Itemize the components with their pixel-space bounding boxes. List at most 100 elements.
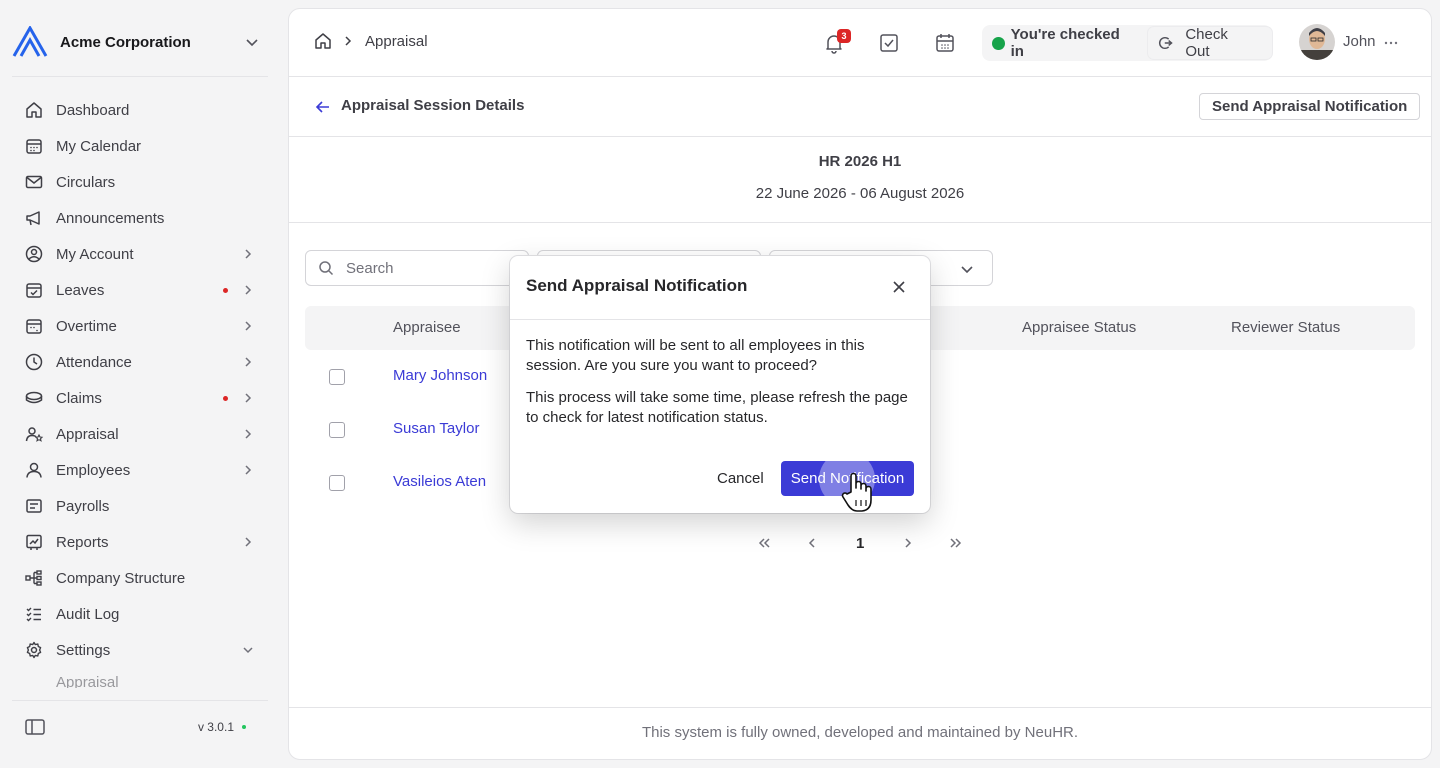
sidebar-item-my-calendar[interactable]: My Calendar: [14, 128, 268, 164]
company-logo: [12, 26, 48, 57]
sidebar-item-label: Announcements: [56, 209, 165, 227]
arrow-left-icon[interactable]: [313, 97, 333, 117]
appraisee-link[interactable]: Susan Taylor: [393, 420, 479, 437]
column-reviewer-status[interactable]: Reviewer Status: [1231, 319, 1340, 336]
sidebar-item-label: Overtime: [56, 317, 117, 335]
sidebar-item-label: Audit Log: [56, 605, 120, 623]
more-options-icon[interactable]: [1381, 33, 1401, 53]
hierarchy-icon: [25, 570, 42, 586]
user-star-icon: [25, 427, 44, 442]
home-icon: [26, 102, 42, 118]
calendar-icon: [26, 139, 42, 154]
sidebar-item-appraisal[interactable]: Appraisal: [14, 416, 268, 452]
home-icon[interactable]: [313, 31, 333, 51]
sidebar-item-attendance[interactable]: Attendance: [14, 344, 268, 380]
org-name: Acme Corporation: [60, 33, 191, 51]
sidebar-item-announcements[interactable]: Announcements: [14, 200, 268, 236]
version-text: v 3.0.1: [197, 719, 234, 734]
session-info: HR 2026 H1 22 June 2026 - 06 August 2026: [289, 137, 1431, 223]
alert-dot: [223, 396, 228, 401]
checkout-label: Check Out: [1185, 26, 1228, 60]
row-checkbox[interactable]: [329, 422, 345, 438]
sidebar-item-overtime[interactable]: Overtime: [14, 308, 268, 344]
sidebar-subitem-partial[interactable]: Appraisal: [14, 668, 268, 689]
appraisee-link[interactable]: Mary Johnson: [393, 367, 487, 384]
sidebar-item-label: Reports: [56, 533, 109, 551]
chevron-right-icon: [245, 537, 252, 547]
chevron-right-icon: [245, 285, 252, 295]
sidebar-item-settings[interactable]: Settings: [14, 632, 268, 668]
breadcrumb: Appraisal: [313, 31, 428, 51]
search-icon: [319, 261, 334, 276]
row-checkbox[interactable]: [329, 369, 345, 385]
sidebar-item-label: Dashboard: [56, 101, 130, 119]
sidebar-item-employees[interactable]: Employees: [14, 452, 268, 488]
cancel-button[interactable]: Cancel: [717, 470, 764, 487]
tasks-icon[interactable]: [878, 32, 900, 54]
sidebar-item-leaves[interactable]: Leaves: [14, 272, 268, 308]
sidebar: Acme Corporation Dashboard My Calendar Cir…: [0, 0, 280, 768]
user-name[interactable]: John: [1343, 33, 1376, 50]
sidebar-item-label: Claims: [56, 389, 102, 407]
checkin-status: You're checked in: [1010, 26, 1120, 60]
sidebar-item-payrolls[interactable]: Payrolls: [14, 488, 268, 524]
receipt-icon: [26, 499, 42, 513]
sidebar-nav: Dashboard My Calendar Circulars Announcemen…: [14, 92, 268, 688]
close-icon[interactable]: [890, 278, 908, 296]
megaphone-icon: [26, 211, 40, 226]
first-page-icon[interactable]: [755, 534, 773, 552]
chevron-right-icon: [245, 393, 252, 403]
sidebar-item-label: Appraisal: [56, 425, 119, 443]
calendar-icon[interactable]: [934, 32, 956, 54]
column-appraisee[interactable]: Appraisee: [393, 319, 461, 336]
sidebar-item-reports[interactable]: Reports: [14, 524, 268, 560]
sidebar-item-company-structure[interactable]: Company Structure: [14, 560, 268, 596]
sidebar-item-claims[interactable]: Claims: [14, 380, 268, 416]
sidebar-item-label: My Account: [56, 245, 134, 263]
last-page-icon[interactable]: [947, 534, 965, 552]
chevron-down-icon: [246, 39, 258, 47]
send-appraisal-notification-button[interactable]: Send Appraisal Notification: [1199, 93, 1421, 120]
search-input[interactable]: Search: [305, 250, 529, 286]
user-circle-icon: [25, 245, 43, 263]
sidebar-item-label: Payrolls: [56, 497, 110, 515]
sidebar-item-label: Settings: [56, 641, 111, 659]
checkin-widget: You're checked in Check Out: [982, 25, 1272, 61]
session-dates: 22 June 2026 - 06 August 2026: [755, 185, 965, 202]
sidebar-item-dashboard[interactable]: Dashboard: [14, 92, 268, 128]
sidebar-item-label: My Calendar: [56, 137, 142, 155]
chevron-right-icon: [245, 429, 252, 439]
current-page[interactable]: 1: [856, 535, 864, 552]
chevron-right-icon: [245, 465, 252, 475]
status-dot: [242, 724, 246, 729]
chevron-right-icon: [245, 249, 252, 259]
appraisee-link[interactable]: Vasileios Aten: [393, 473, 486, 490]
prev-page-icon[interactable]: [803, 534, 821, 552]
sidebar-item-audit-log[interactable]: Audit Log: [14, 596, 268, 632]
sidebar-item-label: Appraisal: [56, 673, 119, 689]
version-label: v 3.0.1: [198, 720, 246, 734]
gear-icon: [26, 641, 42, 659]
avatar[interactable]: [1299, 24, 1335, 60]
user-icon: [26, 462, 42, 478]
breadcrumb-current[interactable]: Appraisal: [365, 33, 428, 50]
sidebar-footer: v 3.0.1: [12, 700, 268, 752]
checkout-button[interactable]: Check Out: [1147, 26, 1272, 60]
notification-badge: 3: [837, 29, 851, 43]
dialog-header: Send Appraisal Notification: [510, 256, 930, 320]
checklist-icon: [26, 607, 41, 622]
mail-icon: [25, 175, 43, 189]
sidebar-item-my-account[interactable]: My Account: [14, 236, 268, 272]
chart-icon: [26, 534, 42, 550]
row-checkbox[interactable]: [329, 475, 345, 491]
column-appraisee-status[interactable]: Appraisee Status: [1022, 319, 1136, 336]
chevron-down-icon: [243, 647, 253, 654]
page-header: Appraisal Session Details Send Appraisal…: [289, 77, 1431, 137]
logout-icon: [1158, 36, 1173, 50]
sidebar-toggle-icon[interactable]: [24, 716, 46, 738]
chevron-right-icon: [345, 36, 352, 46]
sidebar-item-circulars[interactable]: Circulars: [14, 164, 268, 200]
next-page-icon[interactable]: [899, 534, 917, 552]
org-switcher[interactable]: Acme Corporation: [12, 24, 268, 60]
sidebar-item-label: Attendance: [56, 353, 132, 371]
